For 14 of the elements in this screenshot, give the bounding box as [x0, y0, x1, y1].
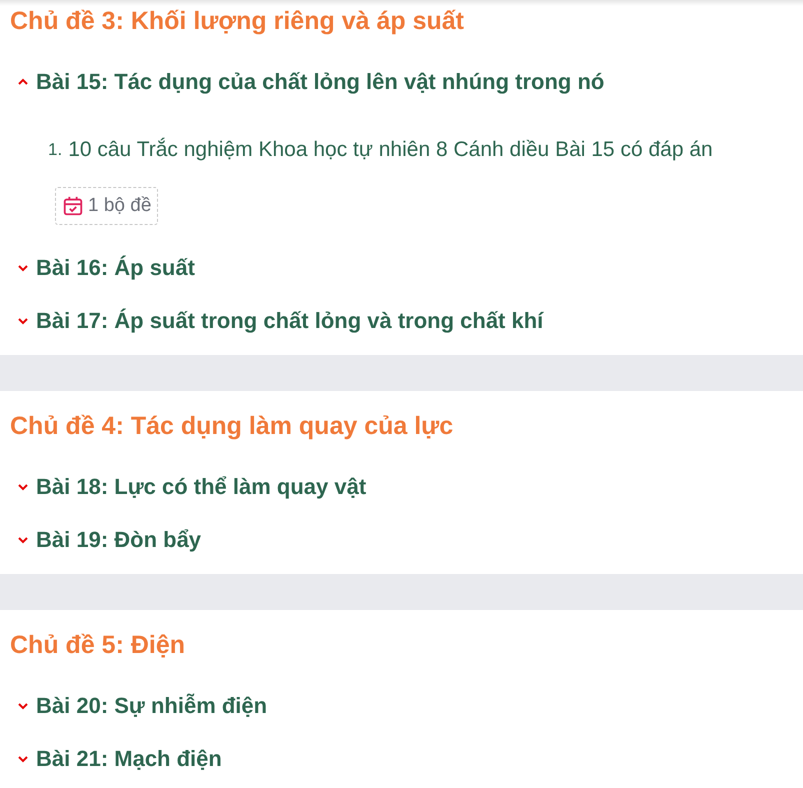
lesson-toggle[interactable]: Bài 18: Lực có thể làm quay vật [10, 470, 366, 503]
topic-title: Chủ đề 3: Khối lượng riêng và áp suất [10, 6, 464, 38]
lesson-toggle[interactable]: Bài 20: Sự nhiễm điện [10, 689, 268, 722]
list-number: 1. [48, 139, 62, 162]
lesson-toggle[interactable]: Bài 21: Mạch điện [10, 742, 222, 775]
lesson-toggle[interactable]: Bài 15: Tác dụng của chất lỏng lên vật nhúng trong nó [10, 65, 604, 98]
topic-title: Chủ đề 5: Điện [10, 630, 186, 662]
lesson-toggle[interactable]: Bài 16: Áp suất [10, 251, 195, 284]
calendar-check-icon [62, 195, 84, 217]
lesson-toggle[interactable]: Bài 17: Áp suất trong chất lỏng và trong chất khí [10, 304, 544, 337]
quiz-link[interactable]: 10 câu Trắc nghiệm Khoa học tự nhiên 8 Cánh diều Bài 15 có đáp án [68, 134, 713, 166]
test-count-badge: 1 bộ đề [55, 187, 158, 225]
lesson-toggle[interactable]: Bài 19: Đòn bẩy [10, 523, 202, 556]
topic-title: Chủ đề 4: Tác dụng làm quay của lực [10, 411, 454, 442]
